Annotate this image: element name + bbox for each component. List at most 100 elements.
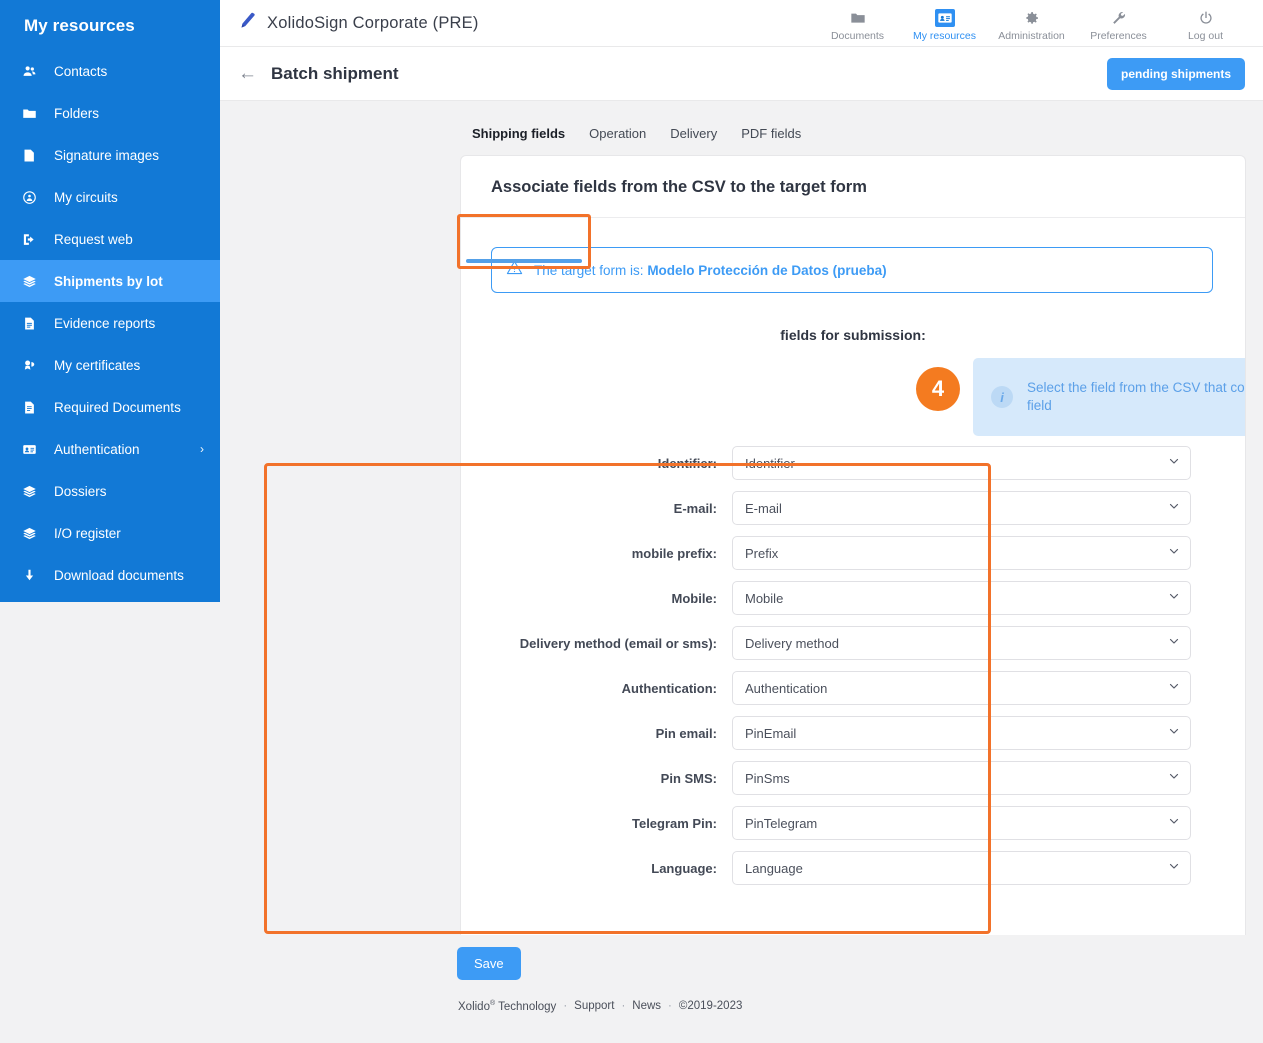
- circuit-icon: [22, 189, 42, 205]
- sidebar-item-label: Request web: [54, 231, 133, 247]
- topnav-item-label: Preferences: [1090, 30, 1147, 42]
- topnav-item-log-out[interactable]: Log out: [1162, 4, 1249, 42]
- layers-icon: [22, 273, 42, 289]
- field-select-wrap-e-mail: E-mail: [732, 491, 1191, 525]
- sidebar-item-label: Shipments by lot: [54, 273, 163, 289]
- page-title: Batch shipment: [271, 63, 399, 83]
- field-select-authentication[interactable]: Authentication: [732, 671, 1191, 705]
- document-icon: [22, 315, 42, 331]
- field-select-telegram-pin[interactable]: PinTelegram: [732, 806, 1191, 840]
- field-select-e-mail[interactable]: E-mail: [732, 491, 1191, 525]
- field-row-mobile: Mobile: Mobile: [461, 581, 1245, 615]
- required-document-icon: [22, 399, 42, 415]
- field-row-authentication: Authentication: Authentication: [461, 671, 1245, 705]
- tab-operation[interactable]: Operation: [577, 127, 658, 155]
- back-arrow-icon[interactable]: ←: [238, 64, 257, 83]
- info-icon: i: [991, 386, 1013, 408]
- field-select-pin-email[interactable]: PinEmail: [732, 716, 1191, 750]
- topnav-item-label: Documents: [830, 30, 885, 42]
- folder-icon: [22, 105, 42, 121]
- field-label-authentication: Authentication:: [621, 680, 717, 696]
- field-select-wrap-authentication: Authentication: [732, 671, 1191, 705]
- sidebar-item-label: My certificates: [54, 357, 141, 373]
- sidebar-item-shipments-by-lot[interactable]: Shipments by lot: [0, 260, 220, 302]
- pending-shipments-button[interactable]: pending shipments: [1106, 57, 1245, 90]
- sidebar-item-label: Authentication: [54, 441, 140, 457]
- field-select-wrap-delivery-method-email-or-sms: Delivery method: [732, 626, 1191, 660]
- folder-icon: [850, 8, 866, 27]
- main-area: XolidoSign Corporate (PRE) Documents My r…: [220, 0, 1263, 1043]
- sidebar-item-label: My circuits: [54, 189, 118, 205]
- field-row-telegram-pin: Telegram Pin: PinTelegram: [461, 806, 1245, 840]
- brand-name: XolidoSign Corporate (PRE): [267, 13, 479, 32]
- sidebar-item-required-documents[interactable]: Required Documents: [0, 386, 220, 428]
- active-tab-underline: [466, 259, 582, 263]
- sidebar-item-dossiers[interactable]: Dossiers: [0, 470, 220, 512]
- topnav-item-administration[interactable]: Administration: [988, 4, 1075, 42]
- field-row-pin-email: Pin email: PinEmail: [461, 716, 1245, 750]
- tab-pdf-fields[interactable]: PDF fields: [729, 127, 813, 155]
- field-select-language[interactable]: Language: [732, 851, 1191, 885]
- field-label-pin-sms: Pin SMS:: [660, 770, 717, 786]
- footer-separator-1: ·: [563, 1000, 568, 1013]
- target-form-alert: The target form is: Modelo Protección de…: [491, 247, 1213, 293]
- top-bar: XolidoSign Corporate (PRE) Documents My r…: [220, 0, 1263, 47]
- field-select-wrap-mobile-prefix: Prefix: [732, 536, 1191, 570]
- sidebar-item-i-o-register[interactable]: I/O register: [0, 512, 220, 554]
- sidebar-item-my-certificates[interactable]: My certificates: [0, 344, 220, 386]
- save-button[interactable]: Save: [457, 947, 521, 980]
- sidebar-item-signature-images[interactable]: Signature images: [0, 134, 220, 176]
- sidebar-item-label: Evidence reports: [54, 315, 156, 331]
- sidebar-item-evidence-reports[interactable]: Evidence reports: [0, 302, 220, 344]
- gear-icon: [1024, 8, 1040, 27]
- footer-company: Xolido® Technology: [458, 1000, 556, 1013]
- card-title: Associate fields from the CSV to the tar…: [491, 178, 867, 196]
- signature-image-icon: [22, 147, 42, 163]
- field-row-language: Language: Language: [461, 851, 1245, 885]
- tab-delivery[interactable]: Delivery: [658, 127, 729, 155]
- footer-link-news[interactable]: News: [632, 1000, 661, 1012]
- sidebar-item-authentication[interactable]: Authentication ›: [0, 428, 220, 470]
- request-web-icon: [22, 231, 42, 247]
- tabs-bar: Shipping fields Operation Delivery PDF fiel…: [220, 101, 1263, 269]
- alert-text: The target form is: Modelo Protección de…: [534, 263, 887, 278]
- topnav-item-preferences[interactable]: Preferences: [1075, 4, 1162, 42]
- info-box: i Select the field from the CSV that con…: [973, 358, 1245, 436]
- topnav-item-my-resources[interactable]: My resources: [901, 4, 988, 42]
- sidebar-item-my-circuits[interactable]: My circuits: [0, 176, 220, 218]
- topnav-item-label: Log out: [1187, 30, 1224, 42]
- field-select-delivery-method-email-or-sms[interactable]: Delivery method: [732, 626, 1191, 660]
- field-select-wrap-telegram-pin: PinTelegram: [732, 806, 1191, 840]
- alert-form-name: Modelo Protección de Datos (prueba): [647, 262, 887, 278]
- field-label-delivery-method-email-or-sms: Delivery method (email or sms):: [519, 635, 717, 651]
- footer-link-support[interactable]: Support: [574, 1000, 614, 1012]
- field-select-mobile[interactable]: Mobile: [732, 581, 1191, 615]
- field-label-telegram-pin: Telegram Pin:: [631, 815, 717, 831]
- sidebar-item-contacts[interactable]: Contacts: [0, 50, 220, 92]
- field-label-mobile-prefix: mobile prefix:: [631, 545, 717, 561]
- topnav-item-documents[interactable]: Documents: [814, 4, 901, 42]
- sidebar-title: My resources: [24, 16, 135, 35]
- field-mapping-form: Identifier: Identifier E-mail: E-mail mobile…: [461, 446, 1245, 906]
- field-row-e-mail: E-mail: E-mail: [461, 491, 1245, 525]
- field-select-wrap-identifier: Identifier: [732, 446, 1191, 480]
- info-text: Select the field from the CSV that conta…: [1027, 380, 1245, 413]
- field-select-identifier[interactable]: Identifier: [732, 446, 1191, 480]
- layers-icon: [22, 525, 42, 541]
- layers-icon: [22, 483, 42, 499]
- brand: XolidoSign Corporate (PRE): [238, 11, 479, 36]
- sidebar-item-request-web[interactable]: Request web: [0, 218, 220, 260]
- sidebar-item-download-documents[interactable]: Download documents: [0, 554, 220, 596]
- footer-separator-3: ·: [668, 1000, 672, 1013]
- footer: Xolido® Technology · Support · News · ©2…: [458, 1000, 1263, 1013]
- sidebar-item-label: I/O register: [54, 525, 121, 541]
- field-select-mobile-prefix[interactable]: Prefix: [732, 536, 1191, 570]
- sidebar-item-label: Download documents: [54, 567, 184, 583]
- sidebar-item-folders[interactable]: Folders: [0, 92, 220, 134]
- field-select-pin-sms[interactable]: PinSms: [732, 761, 1191, 795]
- save-row: Save: [457, 947, 1263, 980]
- tab-shipping-fields[interactable]: Shipping fields: [460, 127, 577, 155]
- alert-prefix: The target form is:: [534, 262, 644, 278]
- power-icon: [1198, 8, 1214, 27]
- chevron-right-icon: ›: [200, 442, 204, 456]
